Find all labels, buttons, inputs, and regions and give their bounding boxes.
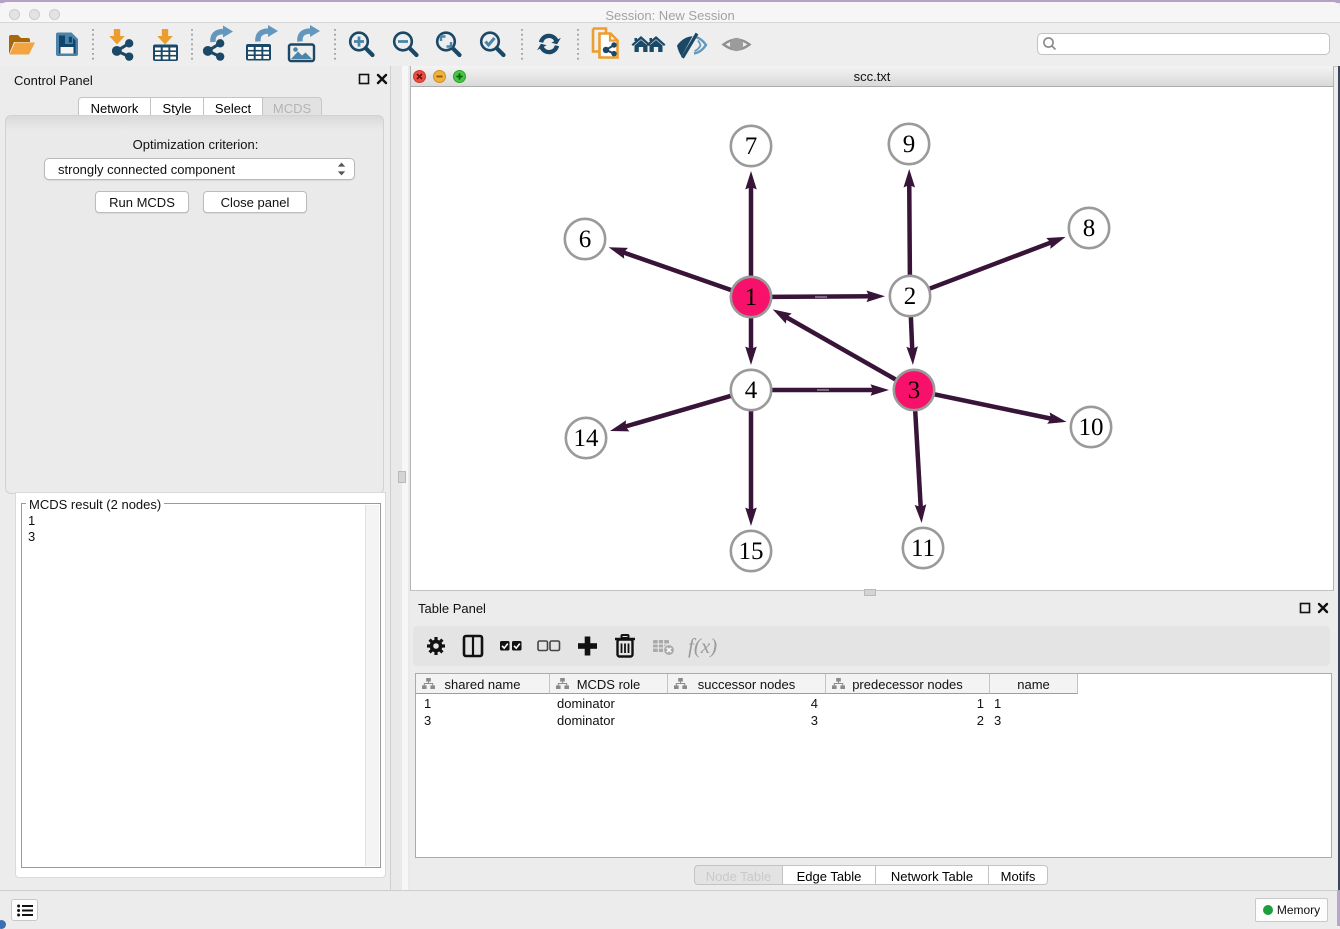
svg-text:14: 14 [574, 425, 600, 452]
svg-text:1: 1 [745, 284, 758, 311]
svg-text:9: 9 [903, 131, 916, 158]
svg-text:10: 10 [1079, 414, 1104, 441]
svg-text:4: 4 [745, 377, 758, 404]
svg-text:15: 15 [739, 538, 764, 565]
svg-text:7: 7 [745, 133, 758, 160]
svg-text:11: 11 [911, 535, 935, 562]
svg-text:2: 2 [904, 283, 917, 310]
svg-text:f(x): f(x) [688, 634, 717, 658]
svg-text:6: 6 [579, 226, 592, 253]
svg-text:3: 3 [908, 377, 921, 404]
svg-text:8: 8 [1083, 215, 1096, 242]
